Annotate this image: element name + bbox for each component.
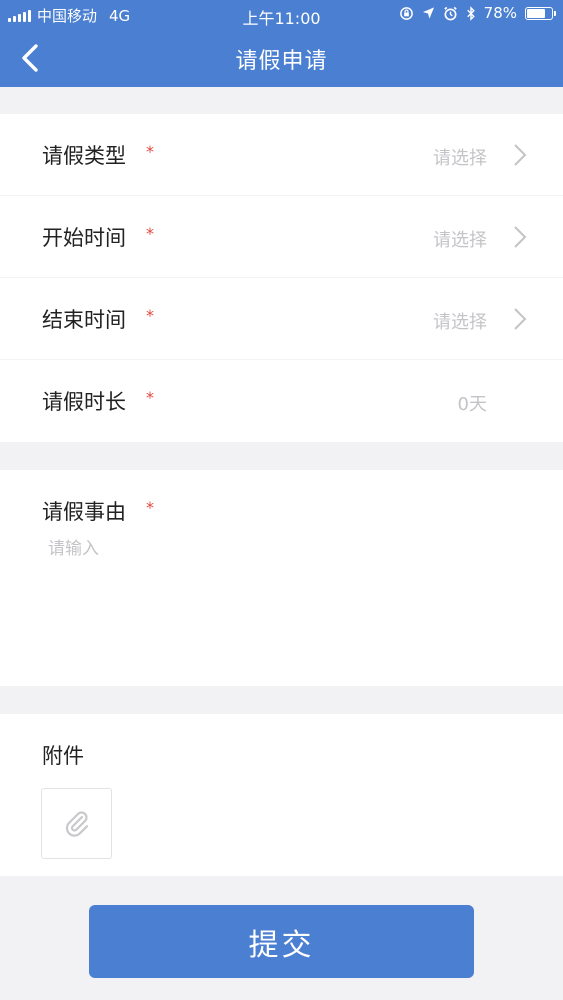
reason-label: 请假事由: [42, 500, 126, 524]
orientation-lock-icon: [399, 6, 413, 20]
end-time-label: 结束时间: [42, 308, 126, 332]
required-mark: *: [146, 388, 154, 407]
reason-input[interactable]: [44, 534, 532, 664]
duration-row: 请假时长 * 0天: [0, 360, 563, 442]
battery-icon: [525, 6, 556, 20]
start-time-row[interactable]: 开始时间 * 请选择: [0, 196, 563, 278]
alarm-icon: [443, 6, 457, 20]
duration-value: 0天: [457, 394, 487, 415]
status-bar: 中国移动 4G 上午11:00 78%: [0, 0, 563, 30]
leave-details-section: 请假类型 * 请选择 开始时间 * 请选择 结束时间 * 请选择 请假时长 * …: [0, 114, 563, 442]
leave-type-value: 请选择: [433, 148, 487, 169]
duration-label: 请假时长: [42, 390, 126, 414]
leave-type-label: 请假类型: [42, 144, 126, 168]
required-mark: *: [146, 142, 154, 161]
required-mark: *: [146, 224, 154, 243]
location-arrow-icon: [422, 7, 434, 19]
leave-type-row[interactable]: 请假类型 * 请选择: [0, 114, 563, 196]
chevron-right-icon: [514, 308, 527, 330]
start-time-value: 请选择: [433, 230, 487, 251]
end-time-row[interactable]: 结束时间 * 请选择: [0, 278, 563, 360]
attachment-upload-button[interactable]: [41, 788, 112, 859]
page-title: 请假申请: [235, 49, 328, 74]
bluetooth-icon: [466, 5, 475, 21]
submit-button[interactable]: 提交: [89, 905, 474, 978]
chevron-right-icon: [514, 144, 527, 166]
chevron-right-icon: [514, 226, 527, 248]
attachment-label: 附件: [42, 744, 84, 768]
start-time-label: 开始时间: [42, 226, 126, 250]
app-header: 中国移动 4G 上午11:00 78% 请假申请: [0, 0, 563, 87]
paperclip-icon: [65, 810, 88, 837]
required-mark: *: [146, 498, 154, 517]
nav-bar: 请假申请: [0, 30, 563, 87]
status-right: 78%: [399, 4, 556, 22]
required-mark: *: [146, 306, 154, 325]
leave-reason-section: 请假事由 *: [0, 470, 563, 686]
end-time-value: 请选择: [433, 312, 487, 333]
battery-percent: 78%: [483, 4, 517, 22]
attachment-section: 附件: [0, 714, 563, 876]
